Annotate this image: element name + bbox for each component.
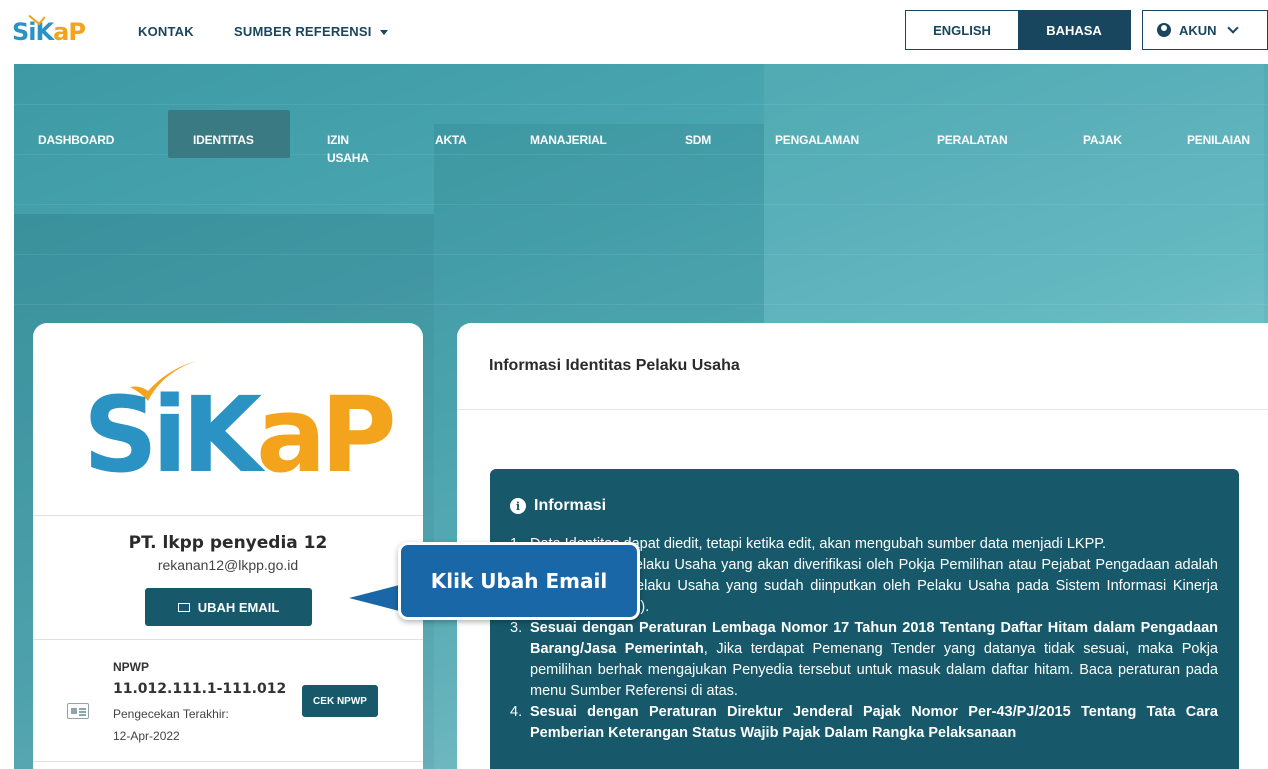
- bahasa-button[interactable]: BAHASA: [1018, 11, 1130, 49]
- nav-sumber-referensi[interactable]: SUMBER REFERENSI: [234, 24, 388, 39]
- profile-card: SiKaP PT. lkpp penyedia 12 rekanan12@lkp…: [33, 323, 423, 769]
- akun-label: AKUN: [1179, 22, 1217, 38]
- cek-npwp-button[interactable]: CEK NPWP: [302, 685, 378, 717]
- divider: [457, 409, 1268, 410]
- npwp-value: 11.012.111.1-111.012: [113, 681, 287, 697]
- info-item: 3. Sesuai dengan Peraturan Lembaga Nomor …: [510, 620, 1218, 699]
- pengecekan-date: 12-Apr-2022: [113, 729, 180, 743]
- info-icon: i: [510, 498, 526, 514]
- card-title: Informasi Identitas Pelaku Usaha: [489, 357, 740, 374]
- company-name: PT. lkpp penyedia 12: [128, 533, 328, 553]
- company-email: rekanan12@lkpp.go.id: [157, 557, 299, 573]
- divider: [33, 639, 423, 640]
- sikap-big-logo: SiKaP: [83, 374, 397, 496]
- language-switcher: ENGLISH BAHASA: [905, 10, 1131, 50]
- pengecekan-label: Pengecekan Terakhir:: [113, 707, 229, 721]
- nav-pengalaman[interactable]: PENGALAMAN: [775, 131, 859, 149]
- user-icon: [1157, 23, 1171, 37]
- info-item: 4. Sesuai dengan Peraturan Direktur Jende…: [510, 704, 1218, 741]
- ubah-email-label: UBAH EMAIL: [197, 599, 280, 615]
- nav-dashboard[interactable]: DASHBOARD: [38, 131, 114, 149]
- nav-sumber-referensi-label: SUMBER REFERENSI: [234, 24, 372, 39]
- nav-akta[interactable]: AKTA: [435, 131, 467, 149]
- callout-pointer: [349, 584, 403, 612]
- ubah-email-button[interactable]: UBAH EMAIL: [145, 588, 312, 626]
- nav-manajerial[interactable]: MANAJERIAL: [530, 131, 607, 149]
- nav-identitas[interactable]: IDENTITAS: [193, 131, 254, 149]
- caret-down-icon: [379, 30, 388, 36]
- divider: [33, 515, 423, 516]
- nav-izin-usaha[interactable]: IZIN USAHA: [327, 131, 377, 167]
- info-title: Informasi: [534, 497, 607, 514]
- envelope-icon: [177, 602, 190, 612]
- chevron-down-icon: [1226, 22, 1239, 34]
- divider: [33, 761, 423, 762]
- english-button[interactable]: ENGLISH: [906, 11, 1018, 49]
- info-heading: i Informasi: [510, 497, 606, 515]
- npwp-label: NPWP: [113, 660, 149, 674]
- nav-pajak[interactable]: PAJAK: [1083, 131, 1122, 149]
- id-card-icon: [67, 703, 89, 719]
- tutorial-callout: Klik Ubah Email: [398, 542, 640, 620]
- nav-peralatan[interactable]: PERALATAN: [937, 131, 1008, 149]
- sikap-logo[interactable]: SiKaP: [12, 8, 86, 46]
- top-bar: SiKaP KONTAK SUMBER REFERENSI ENGLISH BA…: [0, 0, 1268, 64]
- nav-sdm[interactable]: SDM: [685, 131, 711, 149]
- nav-penilaian[interactable]: PENILAIAN: [1187, 131, 1250, 149]
- nav-kontak[interactable]: KONTAK: [138, 24, 194, 39]
- akun-button[interactable]: AKUN: [1142, 10, 1268, 50]
